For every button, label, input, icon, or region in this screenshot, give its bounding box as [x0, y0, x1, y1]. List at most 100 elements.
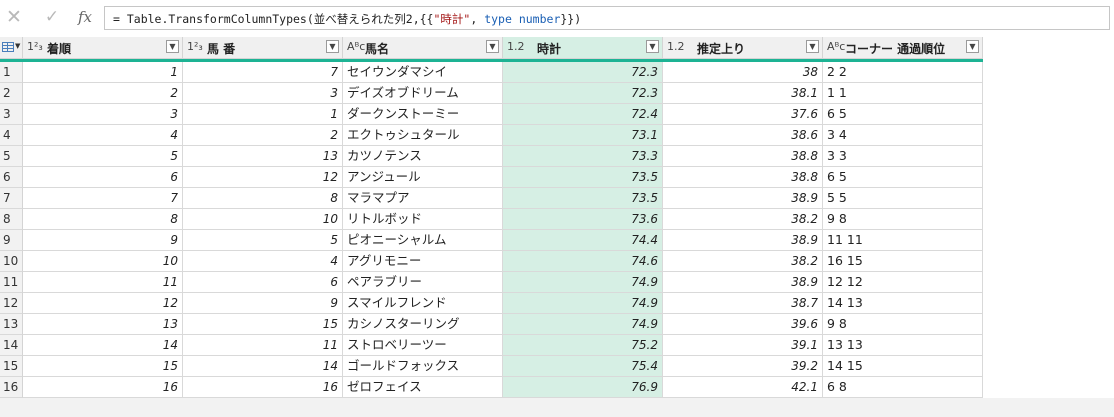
table-cell[interactable]: 9 8 — [823, 314, 983, 335]
table-cell[interactable]: 8 — [183, 188, 343, 209]
table-cell[interactable]: 38.6 — [663, 125, 823, 146]
row-number[interactable]: 15 — [0, 356, 23, 377]
table-cell[interactable]: カシノスターリング — [343, 314, 503, 335]
table-cell[interactable]: 12 — [183, 167, 343, 188]
table-cell[interactable]: 8 — [23, 209, 183, 230]
table-cell[interactable]: デイズオブドリーム — [343, 83, 503, 104]
table-cell[interactable]: 38.9 — [663, 188, 823, 209]
table-cell[interactable]: 4 — [23, 125, 183, 146]
table-cell[interactable]: 15 — [183, 314, 343, 335]
table-cell[interactable]: 73.3 — [503, 146, 663, 167]
table-cell[interactable]: 16 — [23, 377, 183, 398]
table-cell[interactable]: ダークンストーミー — [343, 104, 503, 125]
row-number[interactable]: 2 — [0, 83, 23, 104]
close-icon[interactable]: ✕ — [2, 6, 26, 28]
filter-dropdown-icon[interactable]: ▼ — [966, 40, 979, 53]
table-cell[interactable]: 10 — [183, 209, 343, 230]
table-cell[interactable]: 9 — [183, 293, 343, 314]
table-cell[interactable]: 16 — [183, 377, 343, 398]
table-cell[interactable]: 73.5 — [503, 167, 663, 188]
table-cell[interactable]: 74.4 — [503, 230, 663, 251]
row-number[interactable]: 12 — [0, 293, 23, 314]
row-number[interactable]: 3 — [0, 104, 23, 125]
table-cell[interactable]: 13 13 — [823, 335, 983, 356]
table-cell[interactable]: 76.9 — [503, 377, 663, 398]
table-cell[interactable]: 11 — [23, 272, 183, 293]
table-cell[interactable]: 74.6 — [503, 251, 663, 272]
table-cell[interactable]: 73.5 — [503, 188, 663, 209]
table-cell[interactable]: 37.6 — [663, 104, 823, 125]
table-cell[interactable]: 5 — [183, 230, 343, 251]
table-cell[interactable]: 1 — [183, 104, 343, 125]
table-cell[interactable]: 7 — [183, 62, 343, 83]
table-cell[interactable]: マラマプア — [343, 188, 503, 209]
table-cell[interactable]: 14 — [183, 356, 343, 377]
row-number[interactable]: 9 — [0, 230, 23, 251]
table-cell[interactable]: ゼロフェイス — [343, 377, 503, 398]
table-cell[interactable]: 3 3 — [823, 146, 983, 167]
table-cell[interactable]: 38.7 — [663, 293, 823, 314]
column-header[interactable]: 1²₃ 馬 番 ▼ — [183, 37, 343, 59]
table-cell[interactable]: アンジュール — [343, 167, 503, 188]
table-cell[interactable]: スマイルフレンド — [343, 293, 503, 314]
table-cell[interactable]: 38.9 — [663, 272, 823, 293]
row-number[interactable]: 16 — [0, 377, 23, 398]
table-cell[interactable]: 6 — [23, 167, 183, 188]
table-cell[interactable]: 13 — [23, 314, 183, 335]
table-cell[interactable]: 6 5 — [823, 167, 983, 188]
row-number[interactable]: 8 — [0, 209, 23, 230]
table-cell[interactable]: 38.8 — [663, 167, 823, 188]
table-cell[interactable]: 13 — [183, 146, 343, 167]
table-cell[interactable]: ゴールドフォックス — [343, 356, 503, 377]
table-cell[interactable]: 72.3 — [503, 62, 663, 83]
table-cell[interactable]: 75.2 — [503, 335, 663, 356]
column-header[interactable]: Aᴮc コーナー 通過順位 ▼ — [823, 37, 983, 59]
table-cell[interactable]: 10 — [23, 251, 183, 272]
row-number[interactable]: 5 — [0, 146, 23, 167]
table-cell[interactable]: 39.6 — [663, 314, 823, 335]
table-cell[interactable]: 2 — [23, 83, 183, 104]
row-number[interactable]: 13 — [0, 314, 23, 335]
table-cell[interactable]: 1 — [23, 62, 183, 83]
table-cell[interactable]: エクトゥシュタール — [343, 125, 503, 146]
table-cell[interactable]: 9 8 — [823, 209, 983, 230]
table-cell[interactable]: 16 15 — [823, 251, 983, 272]
table-cell[interactable]: 3 — [23, 104, 183, 125]
table-cell[interactable]: ペアラブリー — [343, 272, 503, 293]
table-cell[interactable]: 74.9 — [503, 272, 663, 293]
table-cell[interactable]: 6 — [183, 272, 343, 293]
table-cell[interactable]: 38.2 — [663, 209, 823, 230]
row-number[interactable]: 14 — [0, 335, 23, 356]
filter-dropdown-icon[interactable]: ▼ — [806, 40, 819, 53]
row-number[interactable]: 4 — [0, 125, 23, 146]
table-cell[interactable]: 38.8 — [663, 146, 823, 167]
type-icon[interactable]: Aᴮc — [347, 40, 365, 53]
column-header[interactable]: 1²₃ 着順 ▼ — [23, 37, 183, 59]
column-header[interactable]: Aᴮc 馬名 ▼ — [343, 37, 503, 59]
table-cell[interactable]: カツノテンス — [343, 146, 503, 167]
table-cell[interactable]: 3 4 — [823, 125, 983, 146]
row-number[interactable]: 10 — [0, 251, 23, 272]
table-cell[interactable]: 72.3 — [503, 83, 663, 104]
table-cell[interactable]: 75.4 — [503, 356, 663, 377]
type-icon[interactable]: 1²₃ — [187, 40, 203, 53]
type-icon[interactable]: 1.2 — [667, 40, 685, 53]
row-number[interactable]: 11 — [0, 272, 23, 293]
table-cell[interactable]: 72.4 — [503, 104, 663, 125]
table-cell[interactable]: ストロベリーツー — [343, 335, 503, 356]
table-cell[interactable]: ピオニーシャルム — [343, 230, 503, 251]
table-cell[interactable]: 3 — [183, 83, 343, 104]
table-cell[interactable]: 2 — [183, 125, 343, 146]
table-cell[interactable]: 14 — [23, 335, 183, 356]
table-cell[interactable]: 42.1 — [663, 377, 823, 398]
table-cell[interactable]: 74.9 — [503, 314, 663, 335]
column-header[interactable]: 1.2 推定上り ▼ — [663, 37, 823, 59]
filter-dropdown-icon[interactable]: ▼ — [646, 40, 659, 53]
type-icon[interactable]: Aᴮc — [827, 40, 845, 53]
table-cell[interactable]: 15 — [23, 356, 183, 377]
table-cell[interactable]: 12 — [23, 293, 183, 314]
table-cell[interactable]: 2 2 — [823, 62, 983, 83]
table-cell[interactable]: 39.2 — [663, 356, 823, 377]
row-number[interactable]: 6 — [0, 167, 23, 188]
table-cell[interactable]: アグリモニー — [343, 251, 503, 272]
